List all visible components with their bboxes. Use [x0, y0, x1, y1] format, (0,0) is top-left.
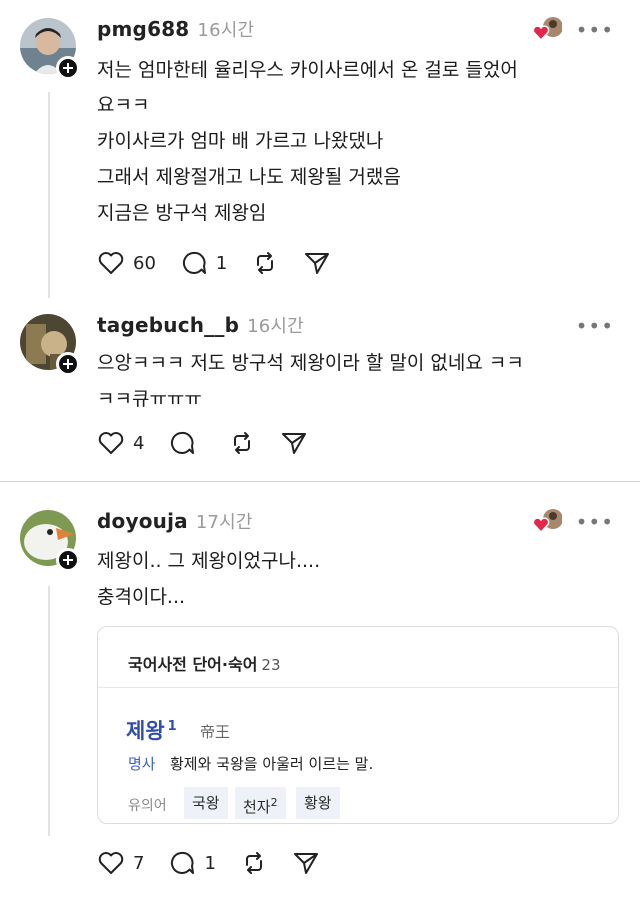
comment-text-line: 지금은 방구석 제왕임 [97, 202, 267, 224]
send-icon [282, 433, 307, 454]
homonym-number: 1 [167, 719, 177, 734]
repost-button[interactable] [240, 850, 268, 876]
comment-icon [182, 251, 206, 274]
timestamp: 17시간 [195, 512, 253, 533]
synonym-chip[interactable]: 천자2 [235, 787, 286, 819]
card-title: 국어사전 단어·숙어 23 [128, 655, 281, 674]
repost-icon [257, 252, 274, 274]
follow-plus-icon[interactable] [56, 548, 80, 572]
repost-icon [245, 852, 262, 874]
more-options-icon[interactable]: ••• [576, 314, 614, 338]
more-options-icon[interactable]: ••• [576, 510, 614, 534]
comment-text-line: 으앙ㅋㅋㅋ 저도 방구석 제왕이라 할 말이 없네요 ㅋㅋ [97, 352, 524, 374]
synonym-chip[interactable]: 국왕 [184, 787, 228, 819]
author-liked-heart-icon [532, 16, 563, 42]
reply-button[interactable]: 1 [168, 850, 216, 876]
send-icon [305, 253, 330, 274]
card-divider [98, 687, 618, 688]
username[interactable]: doyouja 17시간 [97, 508, 253, 534]
action-bar: 7 1 [97, 848, 344, 878]
repost-button[interactable] [251, 250, 279, 276]
comment-1: pmg688 16시간 ••• 저는 엄마한테 율리우스 카이사르에서 온 걸로 … [0, 0, 640, 300]
repost-icon [234, 432, 251, 454]
heart-icon [98, 432, 124, 454]
like-button[interactable]: 7 [97, 850, 144, 876]
like-count: 4 [133, 432, 145, 454]
definition: 황제와 국왕을 아울러 이르는 말. [170, 755, 374, 773]
comment-text-line: 그래서 제왕절개고 나도 제왕될 거랬음 [97, 166, 401, 188]
heart-icon [98, 252, 124, 274]
author-liked-heart-icon [532, 508, 563, 534]
synonym-label: 유의어 [128, 798, 167, 814]
timestamp: 16시간 [247, 316, 304, 337]
comment-icon [171, 851, 195, 874]
like-count: 60 [133, 252, 156, 274]
part-of-speech: 명사 [128, 755, 156, 773]
dictionary-word[interactable]: 제왕 1 [126, 715, 177, 745]
follow-plus-icon[interactable] [56, 352, 80, 376]
repost-button[interactable] [228, 430, 256, 456]
username[interactable]: tagebuch__b 16시간 [97, 312, 304, 338]
reply-count: 1 [204, 852, 216, 874]
synonym-chip[interactable]: 황왕 [296, 787, 340, 819]
thread-line [48, 92, 50, 298]
hanja: 帝王 [200, 723, 231, 741]
action-bar: 4 [97, 428, 332, 458]
share-button[interactable] [292, 850, 320, 876]
timestamp: 16시간 [197, 20, 255, 41]
send-icon [293, 853, 318, 874]
reply-count: 1 [215, 252, 228, 274]
result-count: 23 [261, 656, 281, 674]
heart-icon [98, 852, 124, 874]
like-button[interactable]: 4 [97, 430, 144, 456]
share-button[interactable] [303, 250, 331, 276]
username[interactable]: pmg688 16시간 [97, 16, 254, 42]
comment-icon [171, 431, 195, 454]
comment-text-line: 요ㅋㅋ [97, 94, 150, 116]
reply-button[interactable] [168, 430, 204, 456]
like-button[interactable]: 60 [97, 250, 156, 276]
comment-text-line: 카이사르가 엄마 배 가르고 나왔댔나 [97, 130, 384, 152]
like-count: 7 [133, 852, 145, 874]
share-button[interactable] [280, 430, 308, 456]
action-bar: 60 1 [97, 248, 355, 278]
reply-button[interactable]: 1 [180, 250, 227, 276]
follow-plus-icon[interactable] [56, 56, 80, 80]
comment-2: tagebuch__b 16시간 ••• 으앙ㅋㅋㅋ 저도 방구석 제왕이라 할 … [0, 300, 640, 470]
comment-text-line: 저는 엄마한테 율리우스 카이사르에서 온 걸로 들었어 [97, 59, 518, 81]
more-options-icon[interactable]: ••• [576, 18, 614, 42]
dictionary-link-card[interactable]: 국어사전 단어·숙어 23 제왕 1 帝王 명사 황제와 국왕을 아울러 이르는 말… [97, 626, 619, 824]
comment-text-line: 제왕이.. 그 제왕이었구나.... [97, 550, 321, 572]
comment-text-line: ㅋㅋ큐ㅠㅠㅠ [97, 388, 202, 410]
comment-text-line: 충격이다... [97, 586, 186, 608]
thread-line [48, 586, 50, 836]
